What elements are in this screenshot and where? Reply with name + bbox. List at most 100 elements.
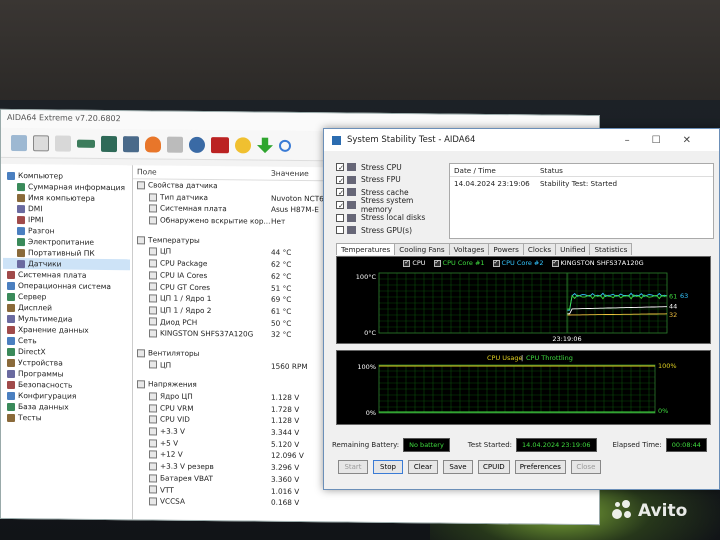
sensor-field: Батарея VBAT bbox=[160, 473, 213, 483]
clear-button[interactable]: Clear bbox=[408, 460, 438, 474]
tree-item-icon bbox=[17, 215, 25, 224]
stress-option[interactable]: Stress GPU(s) bbox=[336, 224, 446, 237]
usage-axis-bottom-right: 0% bbox=[658, 407, 668, 415]
tree-item-icon bbox=[17, 248, 25, 257]
sensor-field: CPU Package bbox=[160, 258, 208, 269]
stress-checkbox[interactable] bbox=[336, 226, 344, 235]
tree-item-label: Компьютер bbox=[18, 171, 63, 181]
report-icon[interactable] bbox=[33, 134, 49, 151]
tree-item-label: Датчики bbox=[28, 259, 62, 269]
tree-item-label: Дисплей bbox=[18, 303, 53, 313]
sensor-field: ЦП 1 / Ядро 2 bbox=[160, 305, 212, 315]
graph-tab[interactable]: Voltages bbox=[448, 243, 490, 255]
monitor-icon[interactable] bbox=[123, 135, 139, 152]
close-button[interactable]: Close bbox=[570, 460, 601, 474]
flame-icon[interactable] bbox=[145, 135, 161, 153]
tree-item[interactable]: Тесты bbox=[3, 412, 130, 424]
motherboard-icon[interactable] bbox=[101, 135, 117, 152]
tree-item-label: Портативный ПК bbox=[28, 248, 95, 258]
test-started-value: 14.04.2024 23:19:06 bbox=[516, 438, 597, 452]
refresh-icon[interactable] bbox=[55, 134, 71, 152]
user-icon[interactable] bbox=[189, 136, 205, 153]
start-button[interactable]: Start bbox=[338, 460, 368, 474]
stress-checkbox[interactable] bbox=[336, 163, 345, 172]
search-icon[interactable] bbox=[279, 139, 291, 152]
tree-item-icon bbox=[7, 325, 15, 334]
sensor-field: Обнаружено вскрытие кор... bbox=[160, 215, 271, 226]
tree-item-icon bbox=[7, 171, 15, 180]
usage-axis-top-left: 100% bbox=[357, 363, 376, 371]
stress-checkbox[interactable] bbox=[336, 175, 345, 185]
menu-icon[interactable] bbox=[11, 134, 27, 151]
osd-icon[interactable] bbox=[211, 136, 229, 153]
graph-tab[interactable]: Temperatures bbox=[336, 243, 396, 255]
status-log-header: Date / Time Status bbox=[450, 164, 713, 177]
background-wall bbox=[0, 0, 720, 110]
stress-option[interactable]: Stress system memory bbox=[336, 196, 446, 214]
temperature-plot: 100°C 0°C 23:19:06 61 634432 bbox=[356, 272, 688, 343]
sensor-field: CPU VID bbox=[160, 414, 190, 425]
sensor-field-cell: VCCSA bbox=[133, 495, 271, 508]
graph-tab[interactable]: Statistics bbox=[589, 243, 633, 255]
sensor-field: ЦП 1 / Ядро 1 bbox=[160, 293, 212, 304]
stress-checkbox[interactable] bbox=[336, 201, 345, 210]
remaining-battery-label: Remaining Battery: bbox=[332, 441, 400, 449]
status-header-status: Status bbox=[540, 166, 563, 175]
tree-item-icon bbox=[7, 281, 15, 290]
column-header-value[interactable]: Значение bbox=[271, 167, 309, 180]
cpuid-button[interactable]: CPUID bbox=[478, 460, 510, 474]
tree-item-icon bbox=[7, 347, 15, 356]
stress-option-label: Stress GPU(s) bbox=[361, 225, 413, 235]
status-bar: Remaining Battery: No battery Test Start… bbox=[332, 437, 711, 453]
tree-item-label: Сервер bbox=[18, 292, 47, 302]
network-icon[interactable] bbox=[167, 136, 183, 153]
download-arrow-icon[interactable] bbox=[257, 137, 273, 153]
close-icon[interactable]: ✕ bbox=[683, 135, 691, 146]
graph-tab[interactable]: Clocks bbox=[522, 243, 557, 255]
sensor-group-label: Свойства датчика bbox=[148, 180, 218, 191]
graph-tab[interactable]: Unified bbox=[555, 243, 591, 255]
sensor-group-label: Вентиляторы bbox=[148, 348, 200, 358]
tree-item-label: Хранение данных bbox=[18, 325, 89, 335]
graph-tab[interactable]: Cooling Fans bbox=[394, 243, 450, 255]
stress-option[interactable]: Stress FPU bbox=[336, 174, 446, 187]
sensor-icon bbox=[149, 192, 157, 202]
sensor-icon bbox=[149, 474, 157, 483]
stress-device-icon bbox=[347, 213, 356, 222]
stress-checkbox[interactable] bbox=[336, 213, 344, 222]
status-header-date: Date / Time bbox=[454, 166, 496, 175]
memory-icon[interactable] bbox=[77, 139, 95, 148]
stress-device-icon bbox=[346, 201, 356, 210]
stop-button[interactable]: Stop bbox=[373, 460, 403, 474]
tree-item-icon bbox=[7, 380, 15, 389]
usage-legend-cpu-usage: CPU Usage bbox=[487, 354, 523, 362]
tree-item-label: Электропитание bbox=[28, 237, 95, 247]
end-label-cpu: 44 bbox=[669, 303, 677, 311]
cpu-usage-graph: CPU Usage | CPU Throttling 100% 0% 100% 0% bbox=[336, 350, 711, 425]
sensor-icon bbox=[149, 259, 157, 268]
stress-option[interactable]: Stress CPU bbox=[336, 161, 446, 174]
tree-item-icon bbox=[7, 303, 15, 312]
tree-item-icon bbox=[7, 292, 15, 301]
save-button[interactable]: Save bbox=[443, 460, 473, 474]
sensor-icon bbox=[149, 415, 157, 424]
maximize-icon[interactable]: ☐ bbox=[652, 135, 661, 146]
sensor-icon bbox=[149, 247, 157, 256]
tree-item-icon bbox=[7, 391, 15, 400]
avito-text: Avito bbox=[638, 501, 688, 521]
tree-item-icon bbox=[17, 182, 25, 191]
minimize-icon[interactable]: – bbox=[625, 135, 630, 146]
sensor-value: 0.168 V bbox=[271, 497, 300, 508]
stress-checkbox[interactable] bbox=[336, 188, 345, 197]
remaining-battery-value: No battery bbox=[403, 438, 450, 452]
tree-item[interactable]: Компьютер bbox=[3, 170, 130, 182]
preferences-button[interactable]: Preferences bbox=[514, 460, 566, 474]
tree-item-icon bbox=[7, 314, 15, 323]
column-header-field[interactable]: Поле bbox=[133, 165, 271, 179]
gauge-icon[interactable] bbox=[235, 136, 251, 153]
status-log-row: 14.04.2024 23:19:06 Stability Test: Star… bbox=[450, 177, 713, 190]
sensor-field: +3.3 V резерв bbox=[160, 461, 214, 472]
sensor-field: +5 V bbox=[160, 438, 179, 448]
graph-tab[interactable]: Powers bbox=[488, 243, 524, 255]
temperature-graph: ✓ CPU ✓ CPU Core #1 ✓ CPU Core #2 ✓ KINGSTON SH… bbox=[336, 256, 711, 344]
